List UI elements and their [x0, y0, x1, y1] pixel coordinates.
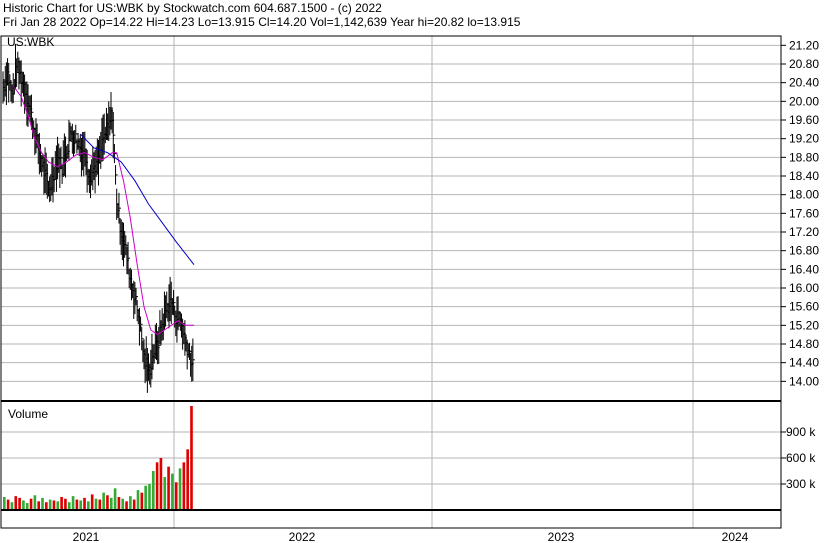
price-tick-label: 16.00: [789, 281, 819, 295]
volume-bar: [3, 497, 6, 510]
volume-bar: [186, 449, 189, 510]
volume-bar: [190, 406, 193, 510]
volume-bar: [33, 495, 37, 510]
volume-bar: [109, 497, 113, 510]
volume-tick-label: 600 k: [786, 451, 816, 465]
price-tick-label: 20.40: [789, 76, 819, 90]
price-tick-label: 14.80: [789, 337, 819, 351]
volume-tick-label: 300 k: [786, 477, 816, 491]
price-tick-label: 14.40: [789, 356, 819, 370]
grid-lines: [1, 36, 781, 528]
year-tick-label: 2022: [289, 530, 316, 543]
volume-bar: [29, 498, 33, 510]
volume-bar: [136, 490, 140, 510]
volume-bar: [159, 458, 163, 510]
price-tick-label: 19.20: [789, 132, 819, 146]
price-tick-label: 21.20: [789, 38, 819, 52]
volume-bar: [25, 503, 29, 510]
volume-bar: [64, 498, 67, 510]
volume-bar: [60, 497, 63, 510]
price-tick-label: 18.00: [789, 188, 819, 202]
volume-bar: [83, 497, 86, 510]
volume-bar: [163, 477, 167, 510]
volume-bar: [10, 502, 14, 510]
price-tick-label: 15.60: [789, 300, 819, 314]
volume-bar: [87, 501, 90, 510]
volume-bar: [98, 499, 102, 510]
price-tick-label: 20.80: [789, 57, 819, 71]
volume-label: Volume: [8, 407, 48, 421]
volume-bar: [106, 495, 109, 510]
volume-bar: [151, 471, 155, 510]
volume-bar: [67, 502, 71, 510]
price-tick-label: 20.00: [789, 94, 819, 108]
price-tick-label: 18.40: [789, 169, 819, 183]
volume-bar: [129, 496, 132, 510]
volume-bar: [102, 492, 105, 510]
volume-bar: [113, 488, 117, 510]
price-tick-label: 19.60: [789, 113, 819, 127]
volume-bar: [56, 501, 60, 510]
axes: 21.20 20.80 20.40 20.00 19.60 19.20 18.80 18.40…: [0, 35, 819, 543]
volume-bar: [121, 498, 125, 510]
price-tick-label: 17.60: [789, 206, 819, 220]
volume-bar: [6, 499, 10, 510]
volume-bar: [71, 496, 75, 510]
price-tick-label: 16.40: [789, 262, 819, 276]
volume-bar: [132, 499, 136, 510]
volume-bar: [45, 502, 48, 510]
volume-bar: [117, 497, 121, 510]
volume-bar: [125, 501, 128, 510]
volume-bar: [182, 462, 186, 510]
volume-bar: [90, 494, 94, 510]
volume-bar: [178, 468, 182, 510]
price-panel: US:WBK: [2, 35, 195, 393]
ticker-label: US:WBK: [7, 35, 54, 49]
volume-bar: [94, 498, 98, 510]
stock-chart: US:WBK Volume 21.20 20.80 20.40 20.00 19.60 1…: [0, 35, 819, 543]
volume-bar: [171, 473, 174, 510]
volume-bar: [140, 492, 144, 510]
volume-bar: [18, 497, 21, 510]
price-tick-label: 17.20: [789, 225, 819, 239]
year-tick-label: 2021: [73, 530, 100, 543]
price-tick-label: 16.80: [789, 244, 819, 258]
volume-bar: [148, 484, 151, 510]
volume-bar: [174, 482, 178, 510]
volume-bar: [79, 500, 83, 510]
price-tick-label: 14.00: [789, 374, 819, 388]
chart-frame: [0, 35, 782, 529]
volume-tick-label: 900 k: [786, 425, 816, 439]
volume-bar: [52, 500, 56, 510]
volume-bar: [41, 497, 44, 510]
year-tick-label: 2023: [548, 530, 575, 543]
year-tick-label: 2024: [722, 530, 749, 543]
price-tick-label: 15.20: [789, 318, 819, 332]
volume-bar: [48, 499, 52, 510]
volume-bar: [14, 496, 18, 510]
volume-bar: [167, 466, 170, 510]
volume-bar: [144, 485, 147, 510]
volume-bar: [155, 462, 159, 510]
volume-bar: [22, 500, 25, 510]
volume-bar: [37, 501, 40, 510]
volume-bar: [75, 499, 79, 510]
price-tick-label: 18.80: [789, 150, 819, 164]
